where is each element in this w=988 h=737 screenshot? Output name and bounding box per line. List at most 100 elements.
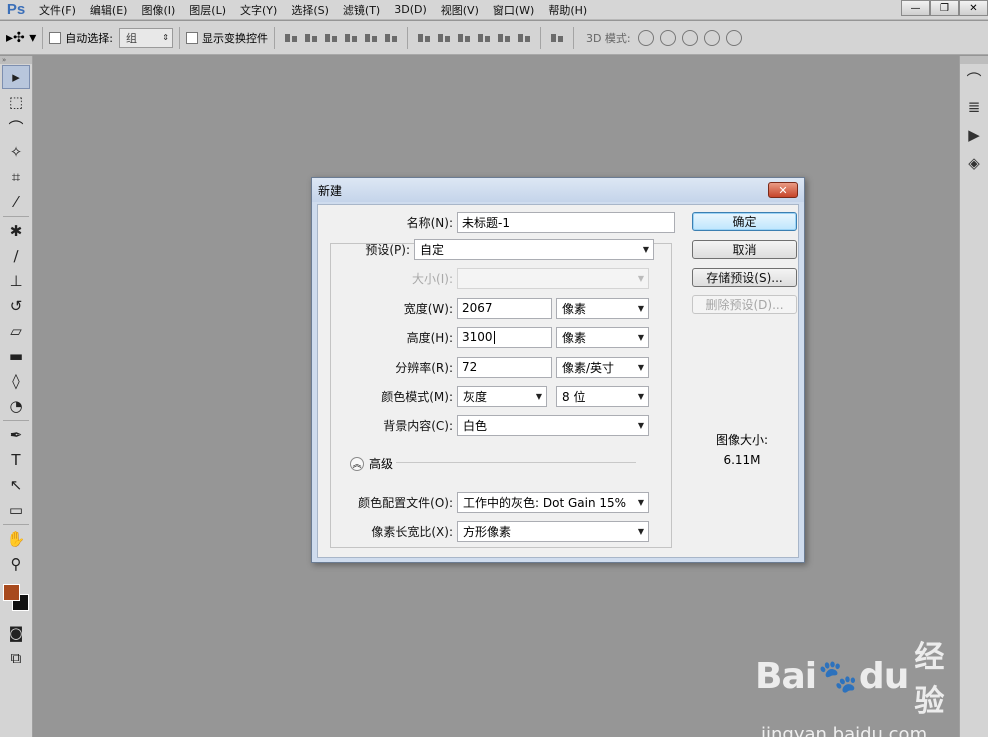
pixel-aspect-dropdown[interactable]: 方形像素 ▼: [457, 520, 649, 542]
text-caret: [493, 330, 495, 344]
path-select-tool-icon[interactable]: ↖: [2, 473, 30, 497]
menu-image[interactable]: 图像(I): [134, 2, 182, 18]
menu-help[interactable]: 帮助(H): [541, 2, 594, 18]
layers-panel-icon[interactable]: ◈: [961, 150, 987, 176]
brush-tool-icon[interactable]: ∕: [2, 244, 30, 268]
resolution-unit-dropdown[interactable]: 像素/英寸 ▼: [556, 356, 649, 378]
type-tool-icon[interactable]: T: [2, 448, 30, 472]
paths-panel-icon[interactable]: ⌒: [961, 66, 987, 92]
color-profile-dropdown[interactable]: 工作中的灰色: Dot Gain 15% ▼: [457, 491, 649, 513]
slide-3d-icon[interactable]: [703, 29, 720, 46]
distribute-vcenter-icon[interactable]: [437, 31, 451, 45]
advanced-toggle[interactable]: ︽ 高级: [350, 455, 393, 472]
menu-edit[interactable]: 编辑(E): [83, 2, 135, 18]
pen-tool-icon[interactable]: ✒: [2, 423, 30, 447]
height-input[interactable]: 3100: [457, 326, 552, 348]
dialog-title: 新建: [318, 183, 343, 198]
menu-select[interactable]: 选择(S): [284, 2, 336, 18]
healing-tool-icon[interactable]: ✱: [2, 219, 30, 243]
lasso-tool-icon[interactable]: ⌒: [2, 115, 30, 139]
auto-select-dropdown[interactable]: 组 ⇕: [118, 27, 173, 48]
gradient-tool-icon[interactable]: ▬: [2, 344, 30, 368]
advanced-divider: [396, 462, 636, 463]
menu-type[interactable]: 文字(Y): [233, 2, 284, 18]
color-mode-dropdown[interactable]: 灰度 ▼: [457, 385, 547, 407]
distribute-bottom-icon[interactable]: [457, 31, 471, 45]
eyedropper-tool-icon[interactable]: ⁄: [2, 190, 30, 214]
rotate-3d-icon[interactable]: [637, 29, 654, 46]
hand-tool-icon[interactable]: ✋: [2, 527, 30, 551]
panel-grip[interactable]: [960, 56, 988, 64]
menu-3d[interactable]: 3D(D): [387, 3, 434, 16]
move-tool-icon[interactable]: ▸: [2, 65, 30, 89]
screen-mode-icon[interactable]: ⧉: [2, 646, 30, 670]
background-dropdown[interactable]: 白色 ▼: [457, 414, 649, 436]
width-unit-dropdown[interactable]: 像素 ▼: [556, 297, 649, 319]
options-bar: ▸✣ ▾ 自动选择: 组 ⇕ 显示变换控件 3D 模式:: [0, 21, 988, 55]
brand-suffix: du: [858, 655, 909, 697]
auto-select-label: 自动选择:: [65, 31, 113, 45]
quick-select-tool-icon[interactable]: ✧: [2, 140, 30, 164]
width-input[interactable]: 2067: [457, 297, 552, 319]
dropdown-arrow-icon: ▼: [637, 526, 644, 536]
dialog-title-bar[interactable]: 新建 ✕: [312, 178, 804, 202]
blur-tool-icon[interactable]: ◊: [2, 369, 30, 393]
auto-align-icon[interactable]: [550, 31, 564, 45]
bit-depth-dropdown[interactable]: 8 位 ▼: [556, 385, 649, 407]
dropdown-arrow-icon: ▼: [637, 362, 644, 372]
preset-label: 预设(P):: [365, 242, 410, 257]
distribute-right-icon[interactable]: [517, 31, 531, 45]
roll-3d-icon[interactable]: [659, 29, 676, 46]
minimize-button[interactable]: —: [901, 0, 930, 16]
save-preset-button[interactable]: 存储预设(S)...: [692, 268, 797, 287]
background-value: 白色: [463, 418, 488, 433]
restore-button[interactable]: ❐: [930, 0, 959, 16]
pixel-aspect-value: 方形像素: [463, 524, 512, 539]
menu-view[interactable]: 视图(V): [434, 2, 486, 18]
stamp-tool-icon[interactable]: ⊥: [2, 269, 30, 293]
resolution-input[interactable]: 72: [457, 356, 552, 378]
auto-select-value: 组: [125, 31, 137, 45]
show-transform-checkbox[interactable]: [185, 31, 198, 44]
history-brush-tool-icon[interactable]: ↺: [2, 294, 30, 318]
ok-button[interactable]: 确定: [692, 212, 797, 231]
align-vcenter-icon[interactable]: [304, 31, 318, 45]
align-hcenter-icon[interactable]: [364, 31, 378, 45]
align-bottom-icon[interactable]: [324, 31, 338, 45]
history-panel-icon[interactable]: ≣: [961, 94, 987, 120]
distribute-hcenter-icon[interactable]: [497, 31, 511, 45]
close-window-button[interactable]: ✕: [959, 0, 988, 16]
marquee-tool-icon[interactable]: ⬚: [2, 90, 30, 114]
panel-grip[interactable]: »: [0, 56, 32, 64]
dodge-tool-icon[interactable]: ◔: [2, 394, 30, 418]
preset-dropdown[interactable]: 自定 ▼: [414, 238, 654, 260]
collapse-icon[interactable]: ︽: [350, 456, 364, 471]
distribute-top-icon[interactable]: [417, 31, 431, 45]
dialog-close-button[interactable]: ✕: [768, 182, 798, 198]
align-right-icon[interactable]: [384, 31, 398, 45]
menu-window[interactable]: 窗口(W): [486, 2, 541, 18]
auto-select-checkbox[interactable]: [49, 31, 62, 44]
crop-tool-icon[interactable]: ⌗: [2, 165, 30, 189]
menu-layer[interactable]: 图层(L): [182, 2, 233, 18]
shape-tool-icon[interactable]: ▭: [2, 498, 30, 522]
menu-filter[interactable]: 滤镜(T): [336, 2, 387, 18]
height-unit-dropdown[interactable]: 像素 ▼: [556, 326, 649, 348]
cancel-button[interactable]: 取消: [692, 240, 797, 259]
name-input[interactable]: 未标题-1: [457, 211, 675, 233]
distribute-left-icon[interactable]: [477, 31, 491, 45]
actions-panel-icon[interactable]: ▶: [961, 122, 987, 148]
move-tool-icon[interactable]: ▸✣ ▾: [6, 30, 36, 46]
height-label: 高度(H):: [406, 330, 453, 345]
image-size-label: 图像大小:: [715, 433, 769, 447]
align-top-icon[interactable]: [284, 31, 298, 45]
eraser-tool-icon[interactable]: ▱: [2, 319, 30, 343]
menu-bar: Ps 文件(F) 编辑(E) 图像(I) 图层(L) 文字(Y) 选择(S) 滤…: [0, 0, 988, 20]
foreground-color-swatch[interactable]: [3, 584, 20, 601]
align-left-icon[interactable]: [344, 31, 358, 45]
drag-3d-icon[interactable]: [681, 29, 698, 46]
scale-3d-icon[interactable]: [725, 29, 742, 46]
menu-file[interactable]: 文件(F): [32, 2, 83, 18]
quick-mask-icon[interactable]: ◙: [2, 621, 30, 645]
zoom-tool-icon[interactable]: ⚲: [2, 552, 30, 576]
